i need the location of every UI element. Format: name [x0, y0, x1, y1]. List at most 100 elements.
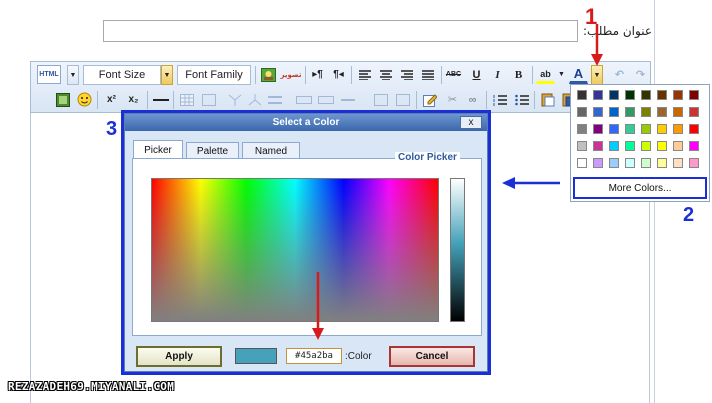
- table-properties-icon[interactable]: [199, 90, 218, 109]
- insert-table-icon[interactable]: [177, 90, 196, 109]
- insert-row-after-icon[interactable]: [316, 90, 335, 109]
- color-swatch[interactable]: [673, 141, 683, 151]
- html-mode-button[interactable]: HTML: [37, 65, 61, 84]
- close-icon[interactable]: x: [460, 116, 482, 129]
- font-color-dropdown-arrow[interactable]: ▼: [591, 65, 603, 85]
- color-swatch[interactable]: [625, 141, 635, 151]
- ltr-direction-icon[interactable]: ▸¶: [308, 65, 327, 84]
- edit-properties-icon[interactable]: [420, 90, 439, 109]
- superscript-button[interactable]: x²: [102, 90, 121, 109]
- align-left-icon[interactable]: [355, 65, 374, 84]
- color-swatch[interactable]: [593, 107, 603, 117]
- color-swatch[interactable]: [577, 107, 587, 117]
- post-title-input[interactable]: [103, 20, 578, 42]
- highlight-color-button[interactable]: ab: [536, 65, 555, 84]
- hex-color-input[interactable]: #45a2ba: [286, 348, 342, 364]
- insert-image-icon[interactable]: [259, 65, 278, 84]
- editor-toolbar: HTML ▼ Font Size ▼ Font Family تصویر ▸¶ …: [30, 61, 651, 113]
- color-swatch[interactable]: [657, 158, 667, 168]
- color-swatch[interactable]: [609, 107, 619, 117]
- color-swatch[interactable]: [641, 158, 651, 168]
- color-swatch[interactable]: [593, 124, 603, 134]
- apply-button[interactable]: Apply: [136, 346, 222, 367]
- color-swatch[interactable]: [577, 141, 587, 151]
- color-swatch[interactable]: [625, 124, 635, 134]
- toolbar-separator: [255, 66, 256, 84]
- rtl-direction-icon[interactable]: ¶◂: [329, 65, 348, 84]
- color-swatch[interactable]: [689, 158, 699, 168]
- color-swatch[interactable]: [657, 124, 667, 134]
- color-swatch[interactable]: [593, 141, 603, 151]
- persian-image-button[interactable]: تصویر: [280, 65, 302, 84]
- subscript-button[interactable]: x₂: [124, 90, 143, 109]
- insert-smiley-icon[interactable]: [75, 90, 94, 109]
- numbered-list-icon[interactable]: [490, 90, 509, 109]
- insert-row-before-icon[interactable]: [294, 90, 313, 109]
- color-swatch[interactable]: [673, 124, 683, 134]
- color-swatch[interactable]: [689, 107, 699, 117]
- color-swatch[interactable]: [657, 107, 667, 117]
- align-justify-icon[interactable]: [418, 65, 437, 84]
- color-swatch[interactable]: [609, 124, 619, 134]
- luminance-slider[interactable]: [450, 178, 465, 322]
- color-swatch[interactable]: [673, 158, 683, 168]
- color-swatch[interactable]: [625, 158, 635, 168]
- color-swatch[interactable]: [657, 90, 667, 100]
- font-size-dropdown[interactable]: Font Size: [83, 65, 161, 85]
- font-color-button[interactable]: A: [569, 65, 588, 84]
- horizontal-rule-icon[interactable]: [151, 90, 170, 109]
- color-swatch[interactable]: [641, 90, 651, 100]
- paste-icon[interactable]: [538, 90, 557, 109]
- color-swatch[interactable]: [689, 124, 699, 134]
- color-swatch[interactable]: [641, 107, 651, 117]
- toolbar-separator: [416, 91, 417, 109]
- undo-icon[interactable]: ↶: [610, 65, 629, 84]
- color-swatch[interactable]: [577, 90, 587, 100]
- color-swatch[interactable]: [609, 141, 619, 151]
- align-right-icon[interactable]: [397, 65, 416, 84]
- strikethrough-button[interactable]: ABC: [444, 65, 463, 84]
- delete-row-icon[interactable]: [338, 90, 357, 109]
- color-swatch[interactable]: [609, 158, 619, 168]
- insert-media-icon[interactable]: [53, 90, 72, 109]
- paragraph-dropdown-arrow[interactable]: ▼: [67, 65, 79, 85]
- tab-named[interactable]: Named: [242, 142, 300, 159]
- color-swatch[interactable]: [609, 90, 619, 100]
- font-family-dropdown[interactable]: Font Family: [177, 65, 251, 85]
- merge-cell-icon[interactable]: [245, 90, 264, 109]
- color-swatch[interactable]: [673, 90, 683, 100]
- color-swatch[interactable]: [577, 158, 587, 168]
- italic-button[interactable]: I: [488, 65, 507, 84]
- color-swatch[interactable]: [657, 141, 667, 151]
- cancel-button[interactable]: Cancel: [389, 346, 475, 367]
- redo-icon[interactable]: ↷: [631, 65, 650, 84]
- color-spectrum[interactable]: [151, 178, 439, 322]
- align-center-icon[interactable]: [376, 65, 395, 84]
- tab-picker[interactable]: Picker: [133, 140, 183, 159]
- delete-column-icon[interactable]: [393, 90, 412, 109]
- tab-palette[interactable]: Palette: [186, 142, 239, 159]
- color-swatch[interactable]: [673, 107, 683, 117]
- font-size-dropdown-arrow[interactable]: ▼: [161, 65, 173, 85]
- split-cell-icon[interactable]: [225, 90, 244, 109]
- cut-icon[interactable]: ✂: [443, 90, 462, 109]
- color-swatch[interactable]: [577, 124, 587, 134]
- color-swatch[interactable]: [689, 141, 699, 151]
- color-swatch[interactable]: [689, 90, 699, 100]
- color-swatch[interactable]: [641, 124, 651, 134]
- highlight-dropdown-arrow[interactable]: ▼: [558, 71, 565, 78]
- bold-button[interactable]: B: [509, 65, 528, 84]
- more-colors-button[interactable]: More Colors...: [573, 177, 707, 199]
- color-swatch[interactable]: [593, 90, 603, 100]
- toolbar-separator: [173, 91, 174, 109]
- color-swatch[interactable]: [625, 107, 635, 117]
- link-icon[interactable]: ∞: [463, 90, 482, 109]
- insert-row-icon[interactable]: [265, 90, 284, 109]
- color-swatch[interactable]: [641, 141, 651, 151]
- color-swatch[interactable]: [625, 90, 635, 100]
- insert-column-icon[interactable]: [371, 90, 390, 109]
- toolbar-separator: [305, 66, 306, 84]
- underline-button[interactable]: U: [467, 65, 486, 84]
- color-swatch[interactable]: [593, 158, 603, 168]
- bullet-list-icon[interactable]: [512, 90, 531, 109]
